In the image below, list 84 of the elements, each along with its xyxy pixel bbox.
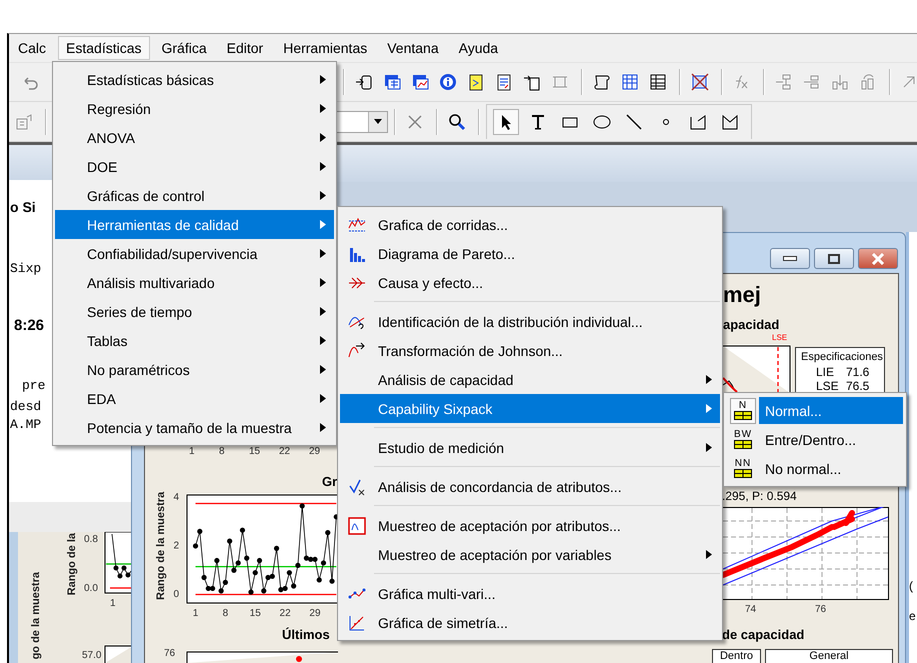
spec-value: 71.6 <box>846 366 870 380</box>
tick-label: 4 <box>173 492 179 503</box>
spec-name: LIE <box>816 366 834 380</box>
menu-item[interactable]: Normal... <box>759 397 903 424</box>
icon-letters: BW <box>734 430 752 440</box>
spec-value: 76.5 <box>846 380 870 394</box>
menu-bar-item[interactable]: Estadísticas <box>58 36 150 60</box>
tick-label: 0.0 <box>84 583 98 594</box>
tick-label: 22 <box>279 446 290 457</box>
panel-title: Especificaciones <box>801 351 883 364</box>
menu-item[interactable]: Gráfica multi-vari... <box>340 579 720 608</box>
menu-item[interactable]: Herramientas de calidad <box>55 210 334 239</box>
menu-item[interactable]: Identificación de la distribución individual... <box>340 307 720 336</box>
session-text: A.MP <box>10 418 42 432</box>
tick-label: 22 <box>280 608 291 619</box>
menu-item[interactable]: Regresión <box>55 94 334 123</box>
tick-label: 57.0 <box>82 650 102 661</box>
menu-bar-item[interactable]: Editor <box>218 36 272 60</box>
menu-item[interactable]: Grafica de corridas... <box>340 210 720 239</box>
menu-item[interactable]: ANOVA <box>55 123 334 152</box>
test-result: .295, P: 0.594 <box>722 490 797 504</box>
tick-label: 0 <box>173 589 179 600</box>
menu-item[interactable]: Gráfica de simetría... <box>340 608 720 637</box>
menu-item[interactable]: Muestreo de aceptación por atributos... <box>340 511 720 540</box>
limit-label: LSE <box>772 334 788 343</box>
tick-label: 76 <box>164 648 176 659</box>
tick-label: 15 <box>250 608 261 619</box>
menu-bar-item[interactable]: Gráfica <box>154 36 215 60</box>
menu-item[interactable]: Potencia y tamaño de la muestra <box>55 413 334 442</box>
text-fragment: ( <box>909 580 913 594</box>
menu-item[interactable]: Análisis de capacidad <box>340 365 720 394</box>
icon-letters: NN <box>734 459 752 469</box>
menu-item[interactable]: Causa y efecto... <box>340 268 720 297</box>
panel-title: Dentro <box>718 650 754 663</box>
menu-item[interactable]: Análisis de concordancia de atributos... <box>340 472 720 501</box>
menu-item[interactable]: No normal... <box>759 455 903 482</box>
icon-letters: N <box>738 401 748 411</box>
tick-label: 1 <box>192 608 198 619</box>
session-text: Sixp <box>10 262 42 276</box>
menu-item[interactable]: Estudio de medición <box>340 433 720 462</box>
menu-item[interactable]: Capability Sixpack <box>340 394 720 423</box>
text-fragment: e <box>909 610 916 624</box>
axis-label: Rango de la muestra <box>155 492 167 600</box>
menu-item[interactable]: EDA <box>55 384 334 413</box>
tick-label: 74 <box>745 604 756 615</box>
tick-label: 8 <box>219 446 225 457</box>
menu-item[interactable]: Muestreo de aceptación por variables <box>340 540 720 569</box>
menu-item[interactable]: Series de tiempo <box>55 297 334 326</box>
chart-title: Últimos <box>282 628 330 642</box>
axis-label: Rango de la <box>66 533 78 596</box>
axis-label: go de la muestra <box>30 572 42 660</box>
panel-title: General <box>808 650 850 663</box>
menu-item[interactable]: Diagrama de Pareto... <box>340 239 720 268</box>
menu-item[interactable]: Confiabilidad/supervivencia <box>55 239 334 268</box>
tick-label: 15 <box>249 446 260 457</box>
session-text: pre <box>22 379 46 394</box>
tick-label: 29 <box>309 608 321 619</box>
session-text: desd <box>10 400 42 414</box>
menu-item[interactable]: Transformación de Johnson... <box>340 336 720 365</box>
menu-item[interactable]: Entre/Dentro... <box>759 426 903 453</box>
menu-item[interactable]: Estadísticas básicas <box>55 65 334 94</box>
chart-title: de capacidad <box>722 628 804 642</box>
session-text: 8:26 <box>14 318 44 334</box>
menu-bar-item[interactable]: Ventana <box>379 36 447 60</box>
menu-bar-item[interactable]: Calc <box>10 36 54 60</box>
graph-title: mej <box>723 283 761 308</box>
tick-label: 8 <box>222 608 228 619</box>
tick-label: 29 <box>309 446 320 457</box>
tick-label: 76 <box>815 604 826 615</box>
chart-title: apacidad <box>723 318 780 332</box>
tick-label: 2 <box>173 540 179 552</box>
menu-bar-item[interactable]: Herramientas <box>275 36 376 60</box>
tick-label: 1 <box>189 446 195 457</box>
menu-item[interactable]: DOE <box>55 152 334 181</box>
menu-item[interactable]: Análisis multivariado <box>55 268 334 297</box>
chart-title: Gr <box>322 475 338 490</box>
tick-label: 1 <box>110 598 116 609</box>
menu-bar-item[interactable]: Ayuda <box>450 36 506 60</box>
session-text: o Si <box>10 200 36 216</box>
menu-item[interactable]: No paramétricos <box>55 355 334 384</box>
tick-label: 0.8 <box>84 534 98 545</box>
spec-name: LSE <box>816 380 839 394</box>
menu-item[interactable]: Tablas <box>55 326 334 355</box>
menu-item[interactable]: Gráficas de control <box>55 181 334 210</box>
